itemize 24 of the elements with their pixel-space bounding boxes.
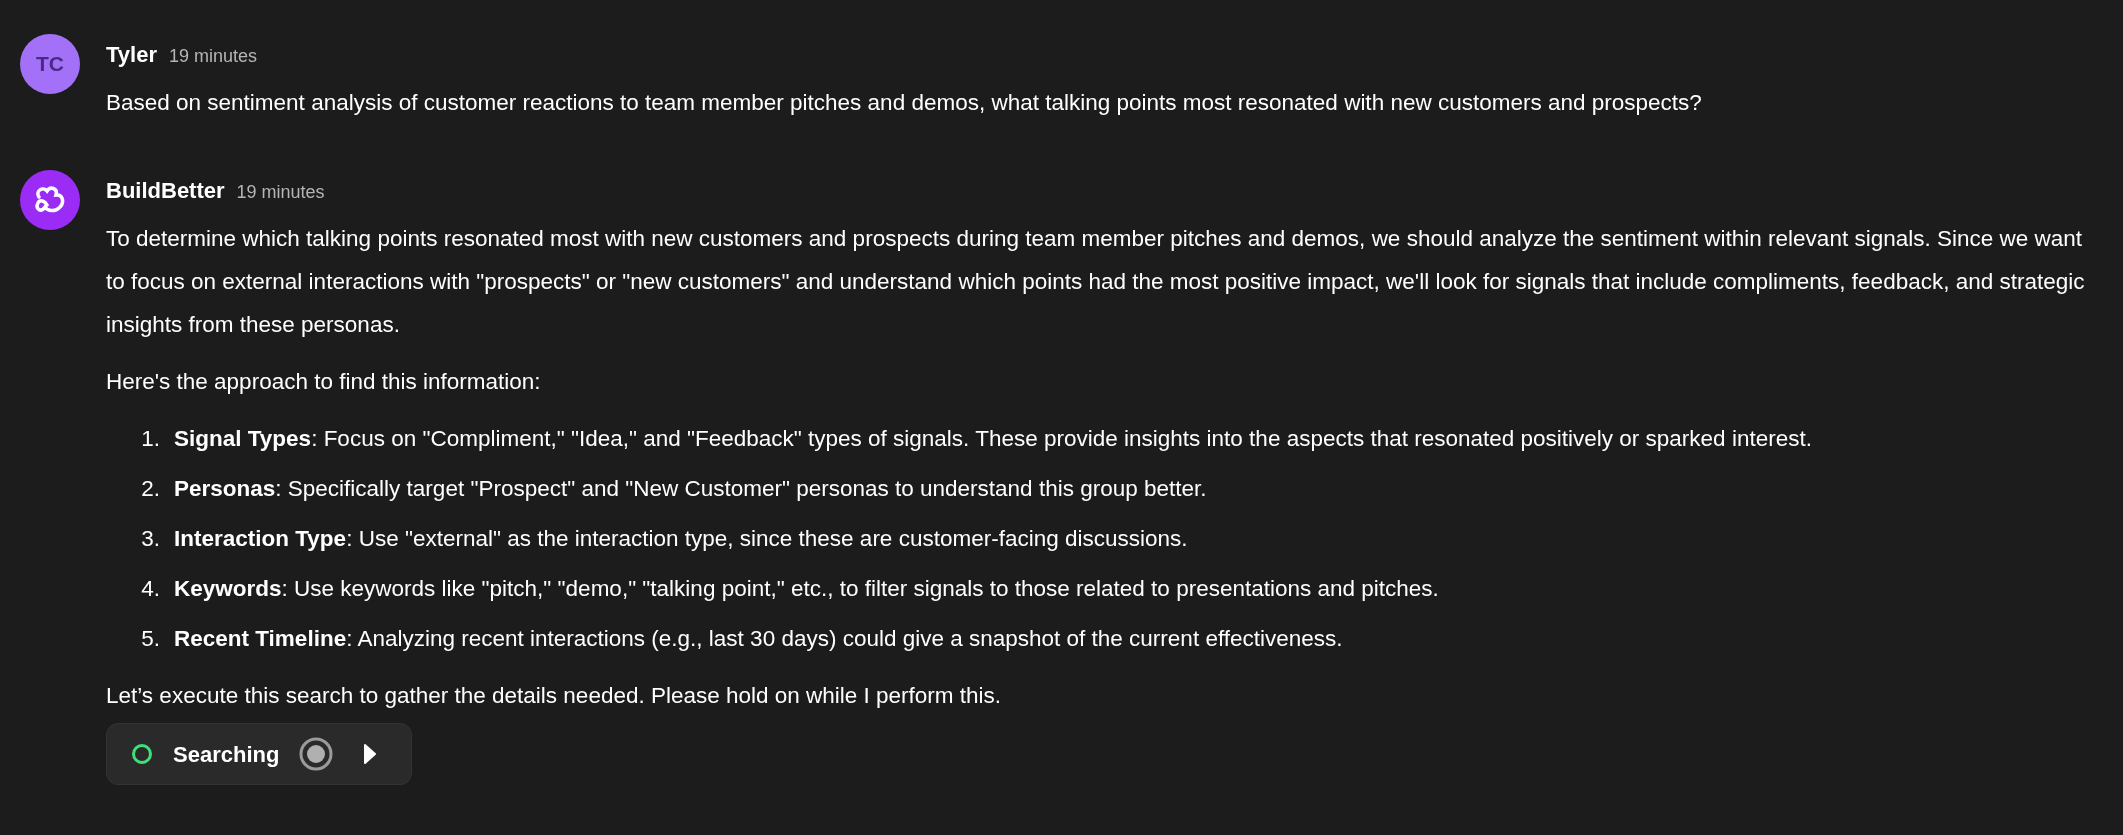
- list-number: 5.: [140, 625, 160, 653]
- cloud-logo-icon: [33, 185, 67, 215]
- message-text: Let’s execute this search to gather the details needed. Please hold on while I perform this.: [106, 682, 1003, 710]
- message-text: Based on sentiment analysis of customer reactions to team member pitches and demos, what talking points most resonated with new customers and prospects?: [106, 89, 1702, 117]
- author-name: BuildBetter: [106, 177, 225, 205]
- list-number: 2.: [140, 475, 160, 503]
- message-time: 19 minutes: [168, 45, 257, 68]
- list-number: 3.: [140, 525, 160, 553]
- list-item-text: Interaction Type: Use "external" as the interaction type, since these are customer-facing discussions.: [174, 525, 1188, 553]
- user-avatar: TC: [20, 34, 80, 94]
- play-icon[interactable]: [363, 743, 378, 765]
- list-item-text: Personas: Specifically target "Prospect" and "New Customer" personas to understand this group better.: [174, 475, 1207, 503]
- author-name: Tyler: [106, 41, 157, 69]
- message-text: To determine which talking points resonated most with new customers and prospects during team member pitches and demos, we should analyze the sentiment within relevant signals. Since we want to focus on external interactions with "prospects" or "new customers" and understand which points had the most positive impact, we'll look for signals that include compliments, feedback, and strategic insights from these personas.: [106, 225, 2086, 339]
- list-number: 1.: [140, 425, 160, 453]
- list-item-text: Signal Types: Focus on "Compliment," "Idea," and "Feedback" types of signals. These provide insights into the aspects that resonated positively or sparked interest.: [174, 425, 1812, 453]
- list-item-text: Keywords: Use keywords like "pitch," "demo," "talking point," etc., to filter signals to those related to presentations and pitches.: [174, 575, 1439, 603]
- list-item-text: Recent Timeline: Analyzing recent interactions (e.g., last 30 days) could give a snapshot of the current effectiveness.: [174, 625, 1343, 653]
- circle-icon: [131, 743, 153, 765]
- message-time: 19 minutes: [236, 181, 325, 204]
- message-text: Here's the approach to find this information:: [106, 368, 542, 396]
- status-label: Searching: [173, 740, 280, 769]
- record-icon[interactable]: [299, 737, 334, 771]
- list-number: 4.: [140, 575, 160, 603]
